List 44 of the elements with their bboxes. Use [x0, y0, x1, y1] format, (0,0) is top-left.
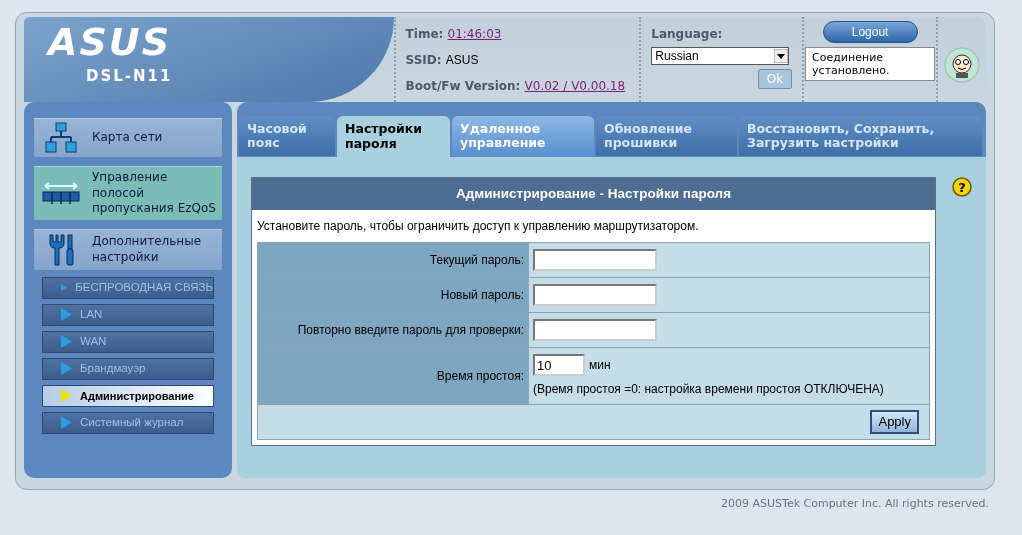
- password-field[interactable]: [533, 319, 657, 342]
- password-field[interactable]: [533, 249, 657, 272]
- help-icon[interactable]: ?: [952, 177, 972, 197]
- triangle-icon: [61, 389, 72, 403]
- sidebar-item[interactable]: Карта сети: [34, 118, 222, 157]
- model-name: DSL-N11: [86, 66, 173, 87]
- submenu-item[interactable]: БЕСПРОВОДНАЯ СВЯЗЬ: [42, 276, 214, 299]
- form-title: Администрирование - Настройки пароля: [252, 178, 935, 211]
- triangle-icon: [61, 416, 72, 430]
- tab[interactable]: Настройки пароля: [337, 116, 450, 157]
- submenu-item[interactable]: Администрирование: [42, 384, 214, 407]
- language-label: Language:: [651, 26, 724, 43]
- time-link[interactable]: 01:46:03: [447, 27, 502, 41]
- submenu-item[interactable]: Брандмауэр: [42, 357, 214, 380]
- idle-note: (Время простоя =0: настройка времени простоя ОТКЛЮЧЕНА): [533, 381, 885, 399]
- sidebar-item[interactable]: Дополнительные настройки: [34, 228, 222, 270]
- firmware-label: Boot/Fw Version:: [405, 79, 521, 93]
- ssid-value: ASUS: [445, 53, 479, 67]
- ssid-label: SSID:: [405, 53, 442, 67]
- status-bubble: Соединение установлено.: [805, 47, 936, 82]
- robot-face-icon: [944, 46, 980, 83]
- field-label: Время простоя:: [258, 348, 528, 405]
- field-label: Повторно введите пароль для проверки:: [258, 313, 528, 348]
- logout-button[interactable]: Logout: [822, 21, 918, 43]
- apply-button[interactable]: Apply: [870, 410, 919, 434]
- sidebar-item[interactable]: Управление полосой пропускания EzQoS: [34, 166, 222, 220]
- unit-label: мин: [589, 357, 611, 375]
- firmware-link[interactable]: V0.02 / V0.00.18: [524, 79, 626, 93]
- field-label: Текущий пароль:: [258, 243, 528, 278]
- triangle-icon: [61, 335, 72, 349]
- idle-time-field[interactable]: 10: [533, 354, 585, 377]
- dropdown-arrow-icon: [774, 49, 789, 63]
- network-map-icon: [45, 122, 77, 154]
- triangle-icon: [61, 308, 72, 322]
- password-field[interactable]: [533, 284, 657, 307]
- language-select[interactable]: Russian: [651, 47, 790, 65]
- submenu-item[interactable]: WAN: [42, 330, 214, 353]
- form-description: Установите пароль, чтобы ограничить доступ к управлению маршрутизатором.: [256, 218, 700, 236]
- submenu-item[interactable]: Системный журнал: [42, 411, 214, 434]
- triangle-icon: [61, 362, 72, 376]
- submenu-item[interactable]: LAN: [42, 303, 214, 326]
- copyright-text: 2009 ASUSTek Computer Inc. All rights reserved.: [720, 496, 990, 512]
- field-label: Новый пароль:: [258, 278, 528, 313]
- time-label: Time:: [405, 27, 444, 41]
